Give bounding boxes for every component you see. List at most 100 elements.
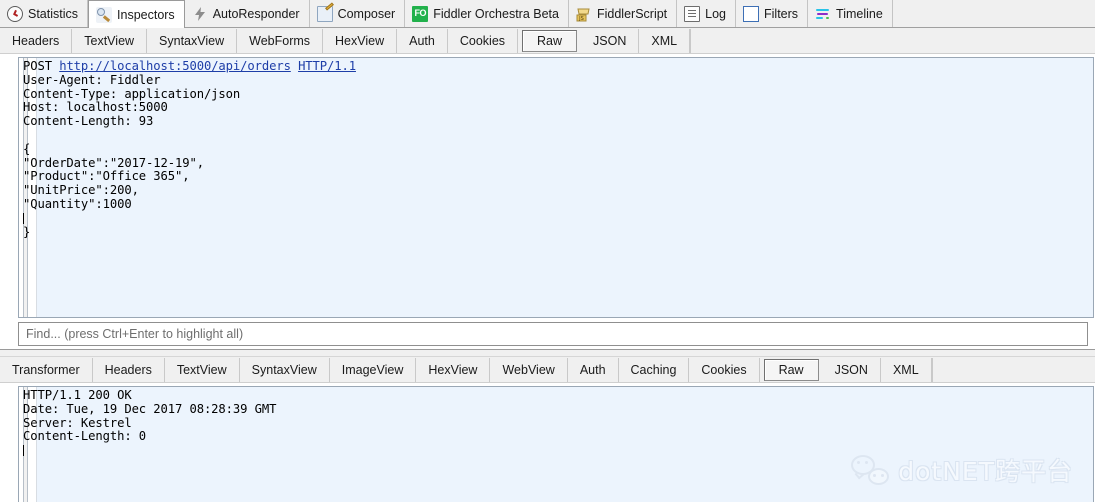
tab-label: WebForms — [249, 34, 311, 48]
request-header-0: User-Agent: Fiddler — [23, 72, 161, 87]
timeline-bars-icon — [815, 6, 831, 22]
panel-splitter[interactable] — [0, 349, 1095, 357]
fo-badge-icon: FO — [412, 5, 429, 22]
response-tab-raw[interactable]: Raw — [763, 359, 819, 381]
main-tab-label: Timeline — [836, 6, 883, 21]
request-body-close: } — [23, 224, 31, 239]
response-tab-syntaxview[interactable]: SyntaxView — [240, 358, 330, 382]
svg-text:JS: JS — [578, 16, 584, 22]
response-tabs-filler — [931, 358, 1095, 382]
response-tab-auth[interactable]: Auth — [568, 358, 619, 382]
response-raw-textarea[interactable]: HTTP/1.1 200 OK Date: Tue, 19 Dec 2017 0… — [18, 386, 1094, 502]
tab-label: XML — [651, 34, 678, 48]
request-tab-xml[interactable]: XML — [639, 29, 691, 53]
main-tab-timeline[interactable]: Timeline — [808, 0, 893, 27]
request-header-1: Content-Type: application/json — [23, 86, 241, 101]
log-lines-icon — [684, 5, 701, 22]
tab-label: HexView — [428, 363, 478, 377]
response-status-line: HTTP/1.1 200 OK — [23, 388, 132, 402]
request-tab-cookies[interactable]: Cookies — [448, 29, 519, 53]
main-tab-label: FiddlerScript — [596, 6, 668, 21]
response-raw-panel: HTTP/1.1 200 OK Date: Tue, 19 Dec 2017 0… — [0, 383, 1095, 502]
request-header-2: Host: localhost:5000 — [23, 100, 168, 115]
main-tab-label: Log — [705, 6, 727, 21]
request-url-link[interactable]: http://localhost:5000/api/orders — [59, 59, 291, 73]
main-tabstrip-filler — [893, 3, 1095, 27]
tab-label: TextView — [176, 363, 227, 377]
tab-label: TextView — [84, 34, 135, 48]
tab-label: Auth — [579, 363, 606, 377]
request-tab-json[interactable]: JSON — [581, 29, 640, 53]
tab-label: XML — [892, 363, 919, 377]
response-tab-transformer[interactable]: Transformer — [0, 358, 93, 382]
tab-label: SyntaxView — [159, 34, 225, 48]
request-body-4: "Quantity":1000 — [23, 196, 132, 211]
tab-label: HexView — [335, 34, 385, 48]
response-tab-webview[interactable]: WebView — [490, 358, 568, 382]
request-raw-textarea[interactable]: POST http://localhost:5000/api/orders HT… — [18, 57, 1094, 318]
main-tab-inspectors[interactable]: Inspectors — [88, 0, 185, 28]
tab-label: Cookies — [459, 34, 506, 48]
main-tab-fiddlerscript[interactable]: JS FiddlerScript — [568, 0, 678, 27]
lightning-bolt-icon — [192, 6, 208, 22]
request-header-3: Content-Length: 93 — [23, 114, 154, 129]
response-tab-cookies[interactable]: Cookies — [689, 358, 760, 382]
request-body-2: "Product":"Office 365", — [23, 169, 190, 184]
request-raw-panel: POST http://localhost:5000/api/orders HT… — [0, 54, 1095, 320]
response-tab-json[interactable]: JSON — [823, 358, 881, 382]
request-tab-raw[interactable]: Raw — [522, 30, 578, 52]
request-tab-headers[interactable]: Headers — [0, 29, 73, 53]
main-tab-label: Composer — [337, 6, 396, 21]
request-inspector-tabs: Headers TextView SyntaxView WebForms Hex… — [0, 28, 1095, 54]
find-input[interactable]: Find... (press Ctrl+Enter to highlight a… — [18, 322, 1088, 346]
response-raw-text: HTTP/1.1 200 OK Date: Tue, 19 Dec 2017 0… — [23, 388, 1093, 458]
response-tab-imageview[interactable]: ImageView — [330, 358, 417, 382]
response-tab-textview[interactable]: TextView — [165, 358, 240, 382]
tab-label: ImageView — [341, 363, 404, 377]
main-tab-strip: Statistics Inspectors AutoResponder Comp… — [0, 0, 1095, 28]
main-tab-composer[interactable]: Composer — [309, 0, 406, 27]
request-tab-webforms[interactable]: WebForms — [237, 29, 324, 53]
main-tab-fiddler-orchestra[interactable]: FO Fiddler Orchestra Beta — [405, 0, 569, 27]
tab-label: Cookies — [701, 363, 747, 377]
request-tab-textview[interactable]: TextView — [72, 29, 148, 53]
request-body-1: "OrderDate":"2017-12-19", — [23, 155, 204, 170]
main-tab-label: Fiddler Orchestra Beta — [433, 6, 559, 21]
clock-icon — [7, 5, 23, 22]
tab-label: Raw — [537, 34, 563, 48]
tab-label: JSON — [834, 363, 868, 377]
response-header-2: Content-Length: 0 — [23, 429, 147, 444]
find-bar-rail — [0, 320, 18, 348]
magnifier-icon — [96, 6, 113, 23]
main-tab-autoresponder[interactable]: AutoResponder — [184, 0, 310, 27]
response-inspector-tabs: Transformer Headers TextView SyntaxView … — [0, 357, 1095, 383]
request-tab-auth[interactable]: Auth — [397, 29, 448, 53]
main-tab-filters[interactable]: Filters — [736, 0, 809, 27]
notepad-pencil-icon — [316, 5, 333, 22]
tab-label: Headers — [12, 34, 60, 48]
tab-label: Caching — [630, 363, 677, 377]
response-tab-xml[interactable]: XML — [881, 358, 932, 382]
main-tab-label: Statistics — [28, 6, 79, 21]
tab-label: Transformer — [12, 363, 80, 377]
response-tab-hexview[interactable]: HexView — [416, 358, 491, 382]
request-method: POST — [23, 59, 52, 73]
tab-label: JSON — [593, 34, 627, 48]
request-body-0: { — [23, 141, 31, 156]
tab-label: Headers — [104, 363, 152, 377]
request-raw-text: POST http://localhost:5000/api/orders HT… — [23, 59, 1093, 239]
tab-label: WebView — [502, 363, 555, 377]
request-tab-syntaxview[interactable]: SyntaxView — [147, 29, 238, 53]
main-tab-log[interactable]: Log — [677, 0, 737, 27]
main-tab-statistics[interactable]: Statistics — [0, 0, 89, 27]
find-placeholder: Find... (press Ctrl+Enter to highlight a… — [26, 327, 244, 341]
response-tab-caching[interactable]: Caching — [619, 358, 690, 382]
request-tab-hexview[interactable]: HexView — [323, 29, 398, 53]
text-caret — [23, 445, 24, 457]
filter-box-icon — [743, 5, 760, 22]
js-script-icon: JS — [576, 6, 592, 22]
response-header-1: Server: Kestrel — [23, 415, 132, 430]
response-tab-headers[interactable]: Headers — [93, 358, 165, 382]
tab-label: SyntaxView — [251, 363, 317, 377]
request-http-version: HTTP/1.1 — [298, 59, 356, 73]
